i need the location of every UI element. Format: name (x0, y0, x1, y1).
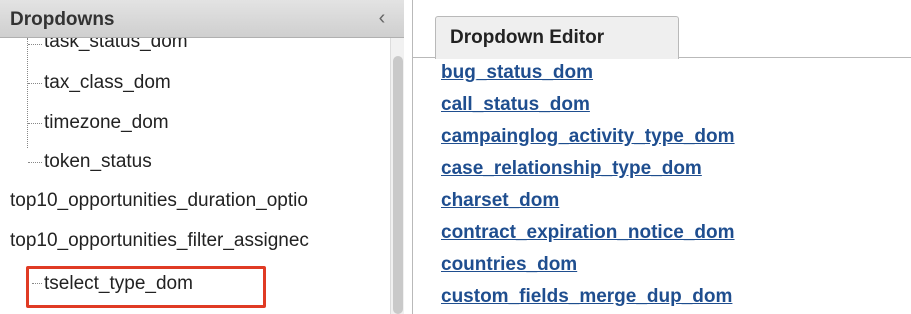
tree-item-label: token_status (44, 151, 152, 172)
dropdowns-panel: Dropdowns ‹ task_status_dom tax_class_do… (0, 0, 404, 314)
tree-branch-line (28, 83, 42, 84)
tree-item-label: tax_class_dom (44, 72, 171, 93)
tree-item[interactable]: token_status (44, 144, 152, 180)
tree-item[interactable]: timezone_dom (44, 105, 169, 141)
tree-item-label: task_status_dom (44, 38, 188, 52)
dropdown-link[interactable]: bug_status_dom (441, 62, 593, 88)
tree-item[interactable]: top10_opportunities_filter_assignec (10, 223, 309, 259)
tree-branch-line (28, 44, 42, 45)
tree-item-label: top10_opportunities_filter_assignec (10, 230, 309, 251)
dropdown-link[interactable]: case_relationship_type_dom (441, 158, 702, 184)
dropdown-link[interactable]: custom_fields_merge_dup_dom (441, 286, 732, 312)
dropdown-link[interactable]: campainglog_activity_type_dom (441, 126, 735, 152)
scrollbar-thumb[interactable] (393, 56, 403, 314)
tree-item-label: top10_opportunities_duration_optio (10, 190, 308, 211)
tree-item[interactable]: top10_opportunities_duration_optio (10, 183, 308, 219)
tree-scrollbar[interactable] (390, 38, 404, 314)
tree-branch-line (28, 123, 42, 124)
dropdown-link[interactable]: call_status_dom (441, 94, 590, 120)
tab-dropdown-editor[interactable]: Dropdown Editor (435, 16, 679, 59)
dropdown-editor-panel: Dropdown Editor bug_status_dom call_stat… (412, 0, 911, 314)
tree-branch-line (28, 162, 42, 163)
dropdown-link[interactable]: charset_dom (441, 190, 559, 216)
dropdown-link[interactable]: contract_expiration_notice_dom (441, 222, 735, 248)
tree-item[interactable]: task_status_dom (44, 38, 188, 60)
highlight-box (26, 266, 266, 308)
tree-item-label: timezone_dom (44, 112, 169, 133)
tree-connector-line (27, 38, 28, 148)
chevron-left-icon[interactable]: ‹ (372, 6, 392, 30)
dropdown-link[interactable]: countries_dom (441, 254, 577, 280)
tab-strip: Dropdown Editor (413, 0, 911, 59)
tree-item[interactable]: tax_class_dom (44, 65, 171, 101)
dropdowns-panel-title: Dropdowns (10, 9, 115, 30)
dropdowns-panel-header: Dropdowns ‹ (0, 0, 404, 38)
